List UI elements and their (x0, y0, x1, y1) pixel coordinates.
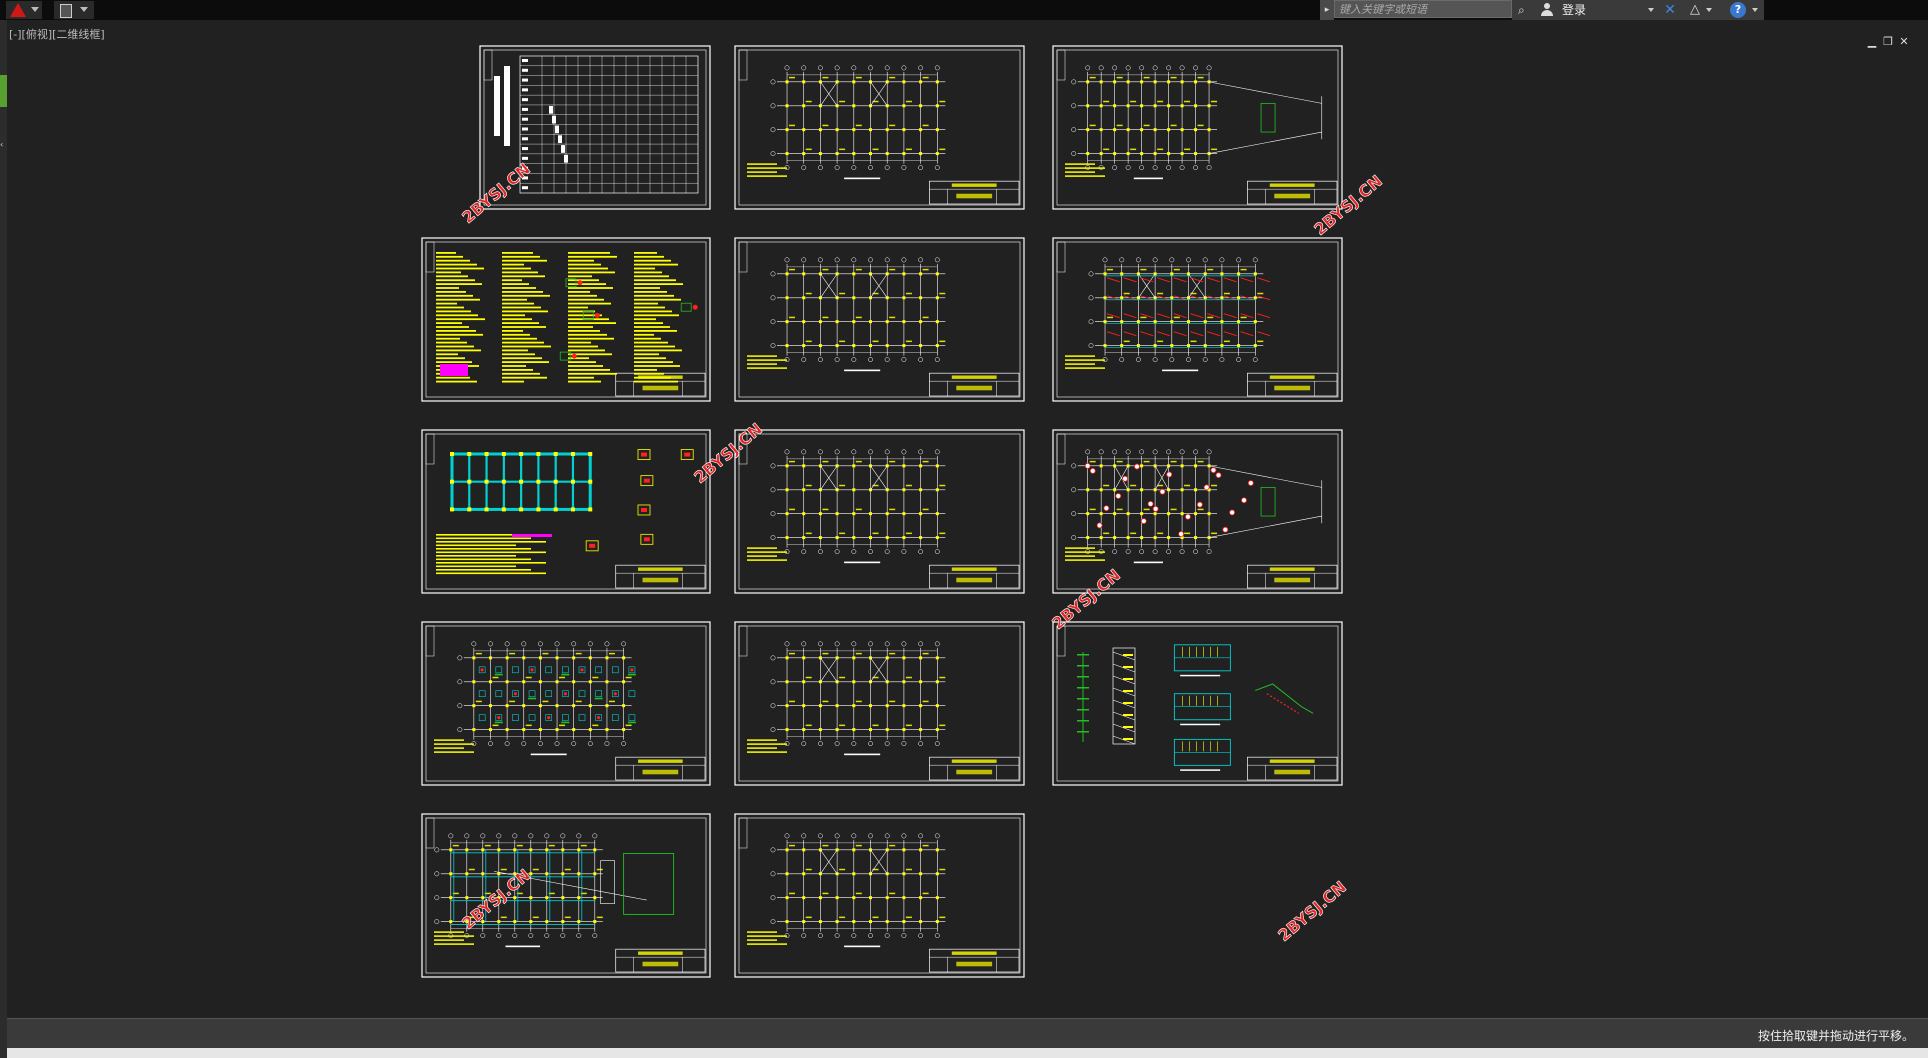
left-panel-tab[interactable] (0, 75, 7, 107)
drawing-sheet-3[interactable] (1052, 45, 1343, 210)
drawing-sheet-5[interactable] (734, 237, 1025, 402)
chevron-down-icon[interactable] (1648, 8, 1654, 12)
watermark-text: 2BYSJ.CN (458, 865, 534, 933)
left-panel-handle[interactable]: ‹ (0, 140, 7, 150)
chevron-down-icon[interactable] (1706, 8, 1712, 12)
drawing-sheet-11[interactable] (734, 621, 1025, 786)
bottom-strip (0, 1048, 1928, 1058)
restore-button[interactable]: ❐ (1880, 35, 1896, 49)
watermark-text: 2BYSJ.CN (1274, 877, 1350, 945)
drawing-sheet-13[interactable] (421, 813, 711, 978)
viewport-controls-label[interactable]: [-][俯视][二维线框] (9, 26, 105, 42)
help-icon[interactable]: ? (1730, 2, 1746, 18)
drawing-sheet-14[interactable] (734, 813, 1025, 978)
left-panel-strip (0, 20, 7, 1058)
drawing-canvas[interactable]: 2BYSJ.CN 2BYSJ.CN2BYSJ.CN2BYSJ.CN2BYSJ.CN… (0, 0, 1928, 1058)
binoculars-icon[interactable]: ⌕ (1518, 3, 1534, 17)
command-status-bar: 按住拾取键并拖动进行平移。 (7, 1018, 1928, 1049)
drawing-sheet-7[interactable] (421, 429, 711, 594)
search-input[interactable]: 键入关键字或短语 (1334, 0, 1512, 18)
drawing-sheet-8[interactable] (734, 429, 1025, 594)
login-link[interactable]: 登录 (1562, 2, 1586, 18)
drawing-sheet-2[interactable] (734, 45, 1025, 210)
drawing-sheet-6[interactable] (1052, 237, 1343, 402)
watermark-text: 2BYSJ.CN (1048, 565, 1124, 633)
chevron-down-icon (80, 7, 88, 12)
user-icon (1540, 3, 1554, 17)
drawing-sheets (421, 45, 1343, 978)
minimize-button[interactable]: ▁ (1864, 35, 1880, 49)
exchange-x-icon[interactable]: ✕ (1662, 2, 1678, 18)
watermarks: 2BYSJ.CN 2BYSJ.CN2BYSJ.CN2BYSJ.CN2BYSJ.CN… (458, 159, 1386, 945)
chevron-down-icon (31, 7, 39, 12)
a360-icon[interactable]: △ (1686, 2, 1704, 18)
autocad-logo-icon (10, 3, 26, 17)
application-menu-button[interactable] (6, 1, 42, 19)
drawing-sheet-9[interactable] (1052, 429, 1343, 594)
status-message: 按住拾取键并拖动进行平移。 (1757, 1029, 1914, 1043)
drawing-window-controls: ▁ ❐ ✕ (1864, 30, 1920, 48)
search-expand-button[interactable]: ▸ (1320, 0, 1334, 20)
drawing-sheet-12[interactable] (1052, 621, 1343, 786)
quick-access-toolbar[interactable] (54, 1, 94, 19)
document-icon (60, 4, 72, 18)
drawing-sheet-10[interactable] (421, 621, 711, 786)
chevron-down-icon[interactable] (1752, 8, 1758, 12)
drawing-sheet-4[interactable] (421, 237, 711, 402)
close-button[interactable]: ✕ (1896, 35, 1912, 49)
